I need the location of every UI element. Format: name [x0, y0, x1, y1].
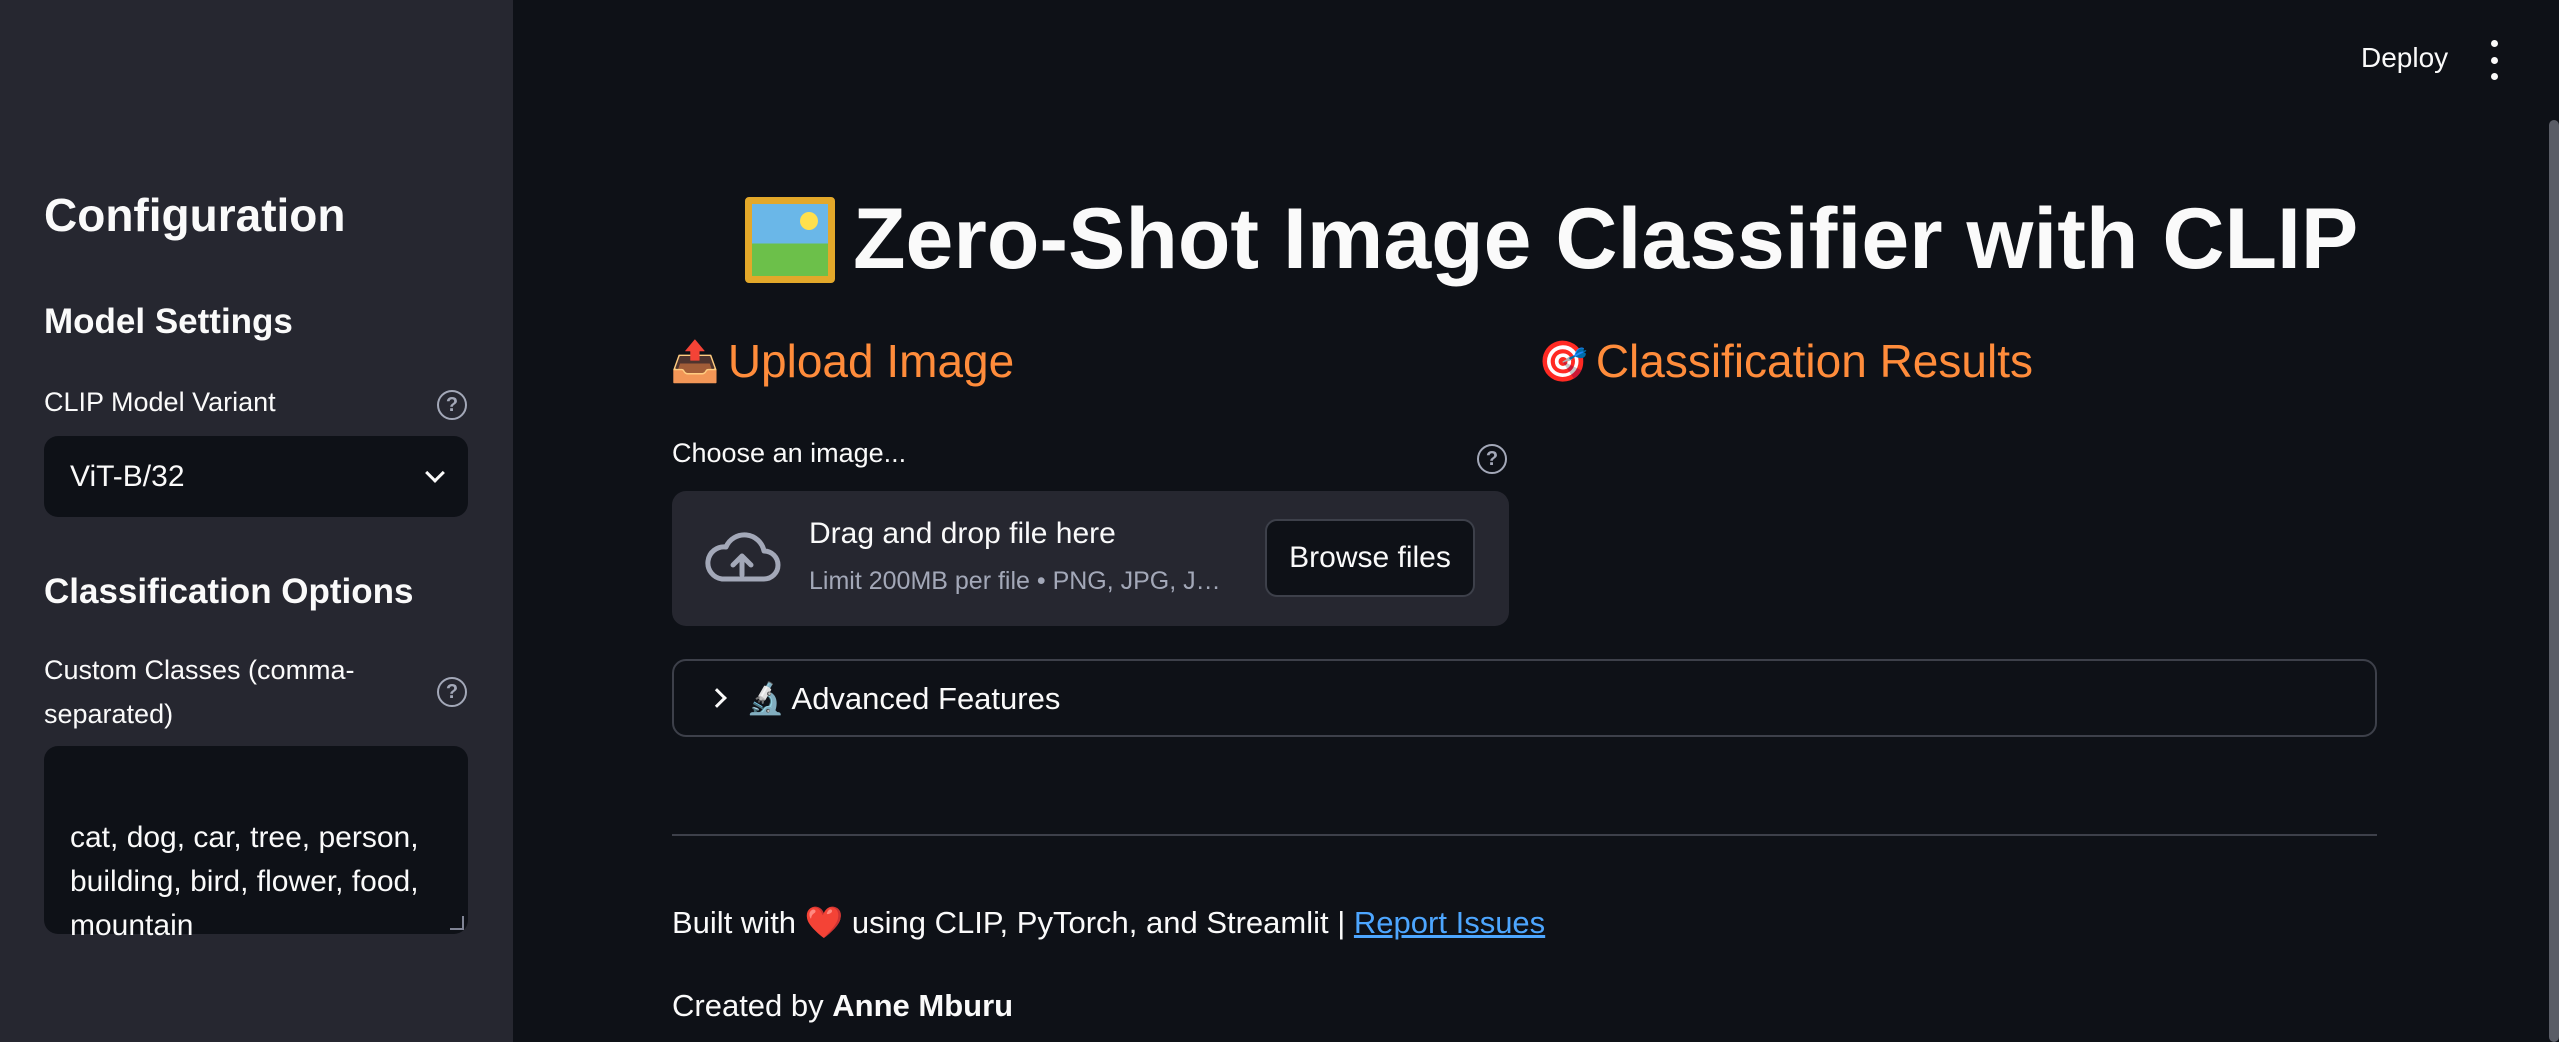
scrollbar[interactable] [2549, 120, 2559, 1042]
classification-options-heading: Classification Options [44, 572, 414, 611]
custom-classes-label: Custom Classes (comma-separated) [44, 655, 355, 729]
upload-heading: 📤 Upload Image [670, 334, 1014, 388]
resize-grip-icon[interactable] [450, 916, 464, 930]
cloud-upload-icon [705, 532, 781, 582]
footer-created-by: Created by Anne Mburu [672, 988, 1013, 1024]
sidebar-title: Configuration [44, 189, 346, 241]
help-icon[interactable]: ? [437, 390, 467, 420]
framed-picture-icon [745, 196, 835, 283]
chevron-down-icon [425, 462, 445, 483]
model-variant-value: ViT-B/32 [70, 459, 185, 493]
uploader-label: Choose an image... [672, 438, 907, 468]
file-dropzone[interactable]: Drag and drop file here Limit 200MB per … [672, 491, 1509, 626]
custom-classes-textarea[interactable]: cat, dog, car, tree, person, building, b… [44, 746, 468, 942]
advanced-features-label: 🔬 Advanced Features [746, 680, 1060, 717]
report-issues-link[interactable]: Report Issues [1354, 905, 1545, 940]
heart-icon: ❤️ [804, 905, 844, 940]
outbox-tray-icon: 📤 [670, 339, 720, 384]
upload-heading-text: Upload Image [727, 335, 1015, 387]
app-root: Configuration Model Settings CLIP Model … [0, 0, 2559, 1042]
model-variant-select[interactable]: ViT-B/32 [44, 436, 468, 517]
help-icon[interactable]: ? [437, 677, 467, 707]
help-icon[interactable]: ? [1477, 444, 1507, 474]
chevron-right-icon [707, 688, 727, 708]
model-settings-heading: Model Settings [44, 302, 293, 341]
results-heading: 🎯 Classification Results [1538, 334, 2033, 388]
microscope-icon: 🔬 [746, 680, 785, 716]
footer-built-prefix: Built with [672, 905, 797, 940]
model-variant-label: CLIP Model Variant [44, 387, 276, 417]
kebab-menu-icon[interactable] [2486, 40, 2502, 80]
page-title: Zero-Shot Image Classifier with CLIP [745, 190, 2358, 289]
advanced-features-text: Advanced Features [791, 680, 1061, 716]
divider [672, 834, 2377, 836]
created-prefix: Created by [672, 988, 824, 1023]
footer-built-suffix: using CLIP, PyTorch, and Streamlit | [851, 905, 1346, 940]
sidebar: Configuration Model Settings CLIP Model … [0, 0, 513, 1042]
dropzone-subtitle: Limit 200MB per file • PNG, JPG, J… [809, 567, 1221, 595]
dropzone-title: Drag and drop file here [809, 517, 1116, 550]
footer-built-with: Built with ❤️ using CLIP, PyTorch, and S… [672, 904, 1545, 941]
custom-classes-value: cat, dog, car, tree, person, building, b… [70, 821, 419, 942]
deploy-button[interactable]: Deploy [2361, 42, 2448, 74]
page-title-text: Zero-Shot Image Classifier with CLIP [853, 191, 2359, 287]
browse-files-button[interactable]: Browse files [1265, 519, 1475, 597]
target-icon: 🎯 [1538, 339, 1588, 384]
advanced-features-expander[interactable]: 🔬 Advanced Features [672, 659, 2377, 737]
results-heading-text: Classification Results [1595, 335, 2033, 387]
author-name: Anne Mburu [832, 988, 1014, 1023]
